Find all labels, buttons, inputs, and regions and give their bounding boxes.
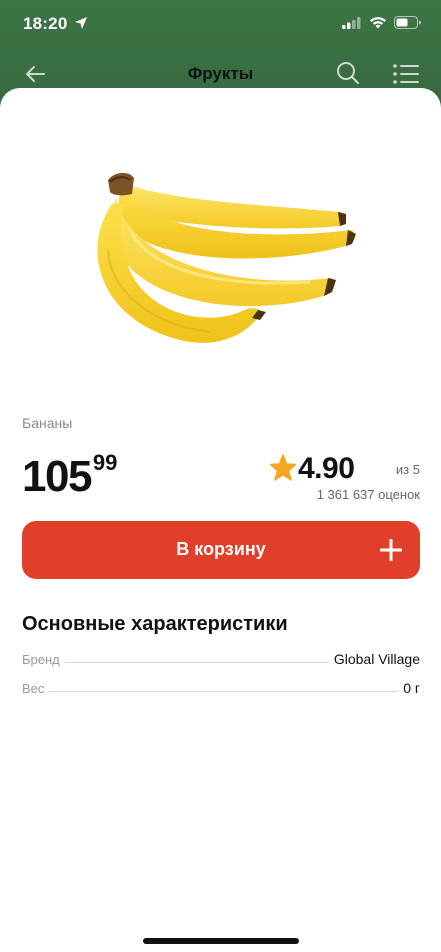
status-bar: 18:20 [0, 0, 441, 48]
star-icon [269, 454, 297, 482]
spec-key: Вес [22, 681, 45, 696]
banana-bunch-icon [97, 172, 356, 343]
rating-value: 4.90 [298, 452, 355, 485]
status-icons [342, 16, 421, 34]
location-arrow-icon [74, 16, 88, 35]
status-time: 18:20 [23, 14, 68, 33]
product-name: Бананы [22, 415, 73, 431]
plus-icon [379, 538, 403, 562]
add-to-cart-button[interactable]: В корзину [22, 521, 420, 579]
battery-icon [394, 16, 421, 34]
spec-leader-line [49, 691, 399, 692]
spec-row-brand: Бренд Global Village [22, 647, 420, 667]
rating-scale: из 5 [395, 462, 420, 477]
specs-title: Основные характеристики [22, 613, 288, 635]
rating-block[interactable]: 4.90 из 5 1 361 637 оценок [260, 452, 420, 504]
page-title: Фрукты [187, 64, 254, 83]
spec-value: Global Village [333, 651, 420, 667]
screen: 18:20 Фрукты Бананы 10599 4.90 из 5 1 36… [0, 0, 441, 952]
add-to-cart-label: В корзину [176, 539, 266, 559]
spec-leader-line [64, 662, 329, 663]
home-indicator[interactable] [143, 938, 299, 944]
wifi-icon [369, 16, 387, 34]
price-cents: 99 [92, 450, 118, 475]
signal-icon [342, 16, 362, 34]
menu-list-icon[interactable] [392, 62, 420, 86]
product-price: 10599 [22, 450, 118, 502]
search-icon[interactable] [335, 60, 361, 86]
price-main: 105 [22, 452, 92, 501]
spec-key: Бренд [22, 652, 60, 667]
product-image [80, 160, 370, 360]
spec-row-weight: Вес 0 г [22, 676, 420, 696]
spec-value: 0 г [403, 680, 420, 696]
rating-count: 1 361 637 оценок [316, 487, 420, 502]
